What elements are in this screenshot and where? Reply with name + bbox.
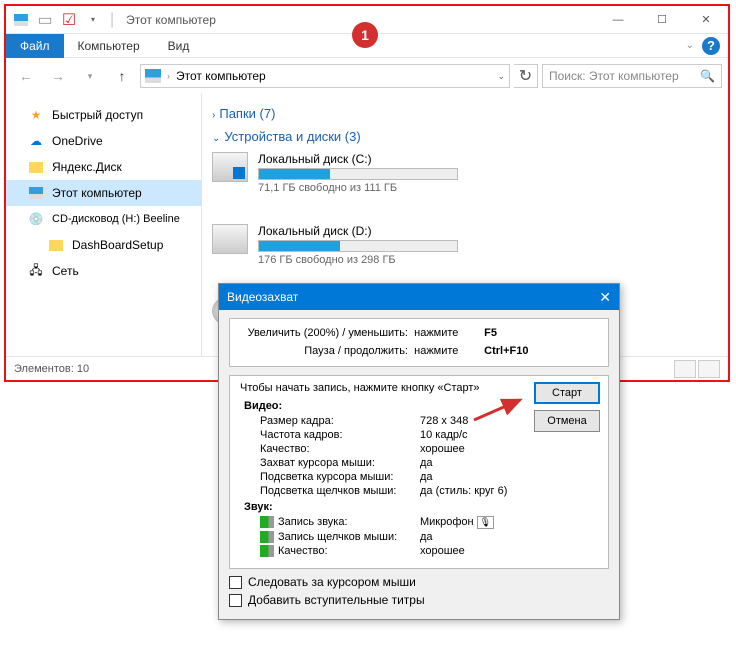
status-item-count: Элементов: 10 [14,363,89,375]
star-icon: ★ [28,107,44,123]
drive-free-text: 176 ГБ свободно из 298 ГБ [258,254,458,266]
nav-forward-button[interactable]: → [44,63,72,89]
capacity-bar [258,168,458,180]
video-capture-dialog: Видеозахват ✕ Увеличить (200%) / уменьши… [218,283,620,620]
tab-computer[interactable]: Компьютер [64,34,154,58]
dialog-title-bar[interactable]: Видеозахват ✕ [219,284,619,310]
search-input[interactable]: Поиск: Этот компьютер 🔍 [542,64,722,88]
annotation-marker-1: 1 [352,22,378,48]
drive-free-text: 71,1 ГБ свободно из 111 ГБ [258,182,458,194]
vu-meter-icon [260,516,274,528]
system-icon[interactable] [10,9,32,31]
sidebar-this-pc[interactable]: Этот компьютер [6,180,201,206]
view-details-button[interactable] [674,360,696,378]
nav-back-button[interactable]: ← [12,63,40,89]
close-button[interactable]: ✕ [684,6,728,34]
audio-section-label: Звук: [244,501,598,513]
disc-icon: 💿 [28,211,44,227]
qat-dropdown-icon[interactable]: ▾ [82,9,104,31]
sidebar-onedrive[interactable]: ☁OneDrive [6,128,201,154]
cancel-button[interactable]: Отмена [534,410,600,432]
network-icon: 🖧 [28,263,44,279]
mic-settings-icon[interactable]: 🎙 [477,516,494,529]
tab-view[interactable]: Вид [154,34,204,58]
search-placeholder: Поиск: Этот компьютер [549,69,679,83]
view-icons-button[interactable] [698,360,720,378]
follow-cursor-checkbox[interactable]: Следовать за курсором мыши [229,575,609,589]
dialog-title: Видеозахват [227,290,298,304]
cloud-icon: ☁ [28,133,44,149]
vu-meter-icon [260,531,274,543]
sidebar-yandex-disk[interactable]: Яндекс.Диск [6,154,201,180]
sidebar-network[interactable]: 🖧Сеть [6,258,201,284]
help-icon[interactable]: ? [702,37,720,55]
ribbon-expand-icon[interactable]: ⌄ [686,40,694,51]
capacity-bar [258,240,458,252]
address-path: Этот компьютер [176,69,266,83]
address-bar[interactable]: › Этот компьютер ⌄ [140,64,510,88]
drive-icon [212,152,248,182]
drive-label: Локальный диск (D:) [258,224,458,238]
section-folders[interactable]: ›Папки (7) [212,106,718,121]
nav-up-button[interactable]: ↑ [108,63,136,89]
sidebar-cd-drive[interactable]: 💿CD-дисковод (H:) Beeline [6,206,201,232]
navigation-pane: ★Быстрый доступ ☁OneDrive Яндекс.Диск Эт… [6,94,202,356]
tab-file[interactable]: Файл [6,34,64,58]
address-dropdown-icon[interactable]: ⌄ [497,71,505,82]
hotkey-hints: Увеличить (200%) / уменьшить: нажмитеF5 … [229,318,609,367]
qat-properties-icon[interactable]: ▭ [34,9,56,31]
start-button[interactable]: Старт [534,382,600,404]
pc-icon [28,185,44,201]
sidebar-dashboard-setup[interactable]: DashBoardSetup [6,232,201,258]
capture-properties: Старт Отмена Чтобы начать запись, нажмит… [229,375,609,569]
folder-icon [28,159,44,175]
minimize-button[interactable]: — [596,6,640,34]
drive-c[interactable]: Локальный диск (C:) 71,1 ГБ свободно из … [212,152,492,194]
address-row: ← → ▾ ↑ › Этот компьютер ⌄ ↻ Поиск: Этот… [6,58,728,94]
add-captions-checkbox[interactable]: Добавить вступительные титры [229,593,609,607]
refresh-button[interactable]: ↻ [514,64,538,88]
maximize-button[interactable]: ☐ [640,6,684,34]
drive-icon [212,224,248,254]
search-icon: 🔍 [700,69,715,83]
folder-icon [48,237,64,253]
nav-recent-button[interactable]: ▾ [76,63,104,89]
vu-meter-icon [260,545,274,557]
dialog-close-button[interactable]: ✕ [599,289,611,306]
window-title: Этот компьютер [126,13,216,27]
pc-icon [145,69,161,83]
qat-checkbox-icon[interactable]: ☑ [58,9,80,31]
section-devices[interactable]: ⌄Устройства и диски (3) [212,129,718,144]
drive-d[interactable]: Локальный диск (D:) 176 ГБ свободно из 2… [212,224,492,266]
sidebar-quick-access[interactable]: ★Быстрый доступ [6,102,201,128]
drive-label: Локальный диск (C:) [258,152,458,166]
